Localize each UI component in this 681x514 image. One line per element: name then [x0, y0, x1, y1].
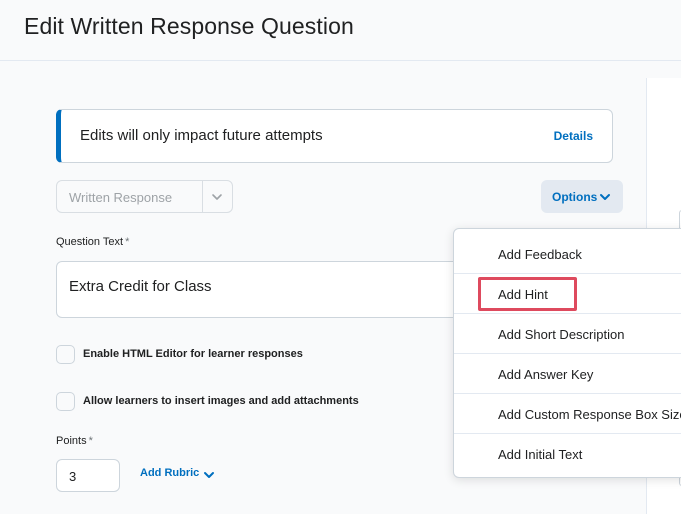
chevron-down-icon — [600, 194, 610, 200]
menu-item-add-initial-text[interactable]: Add Initial Text — [454, 434, 681, 474]
question-text-input[interactable]: Extra Credit for Class — [56, 261, 476, 318]
points-value: 3 — [69, 469, 77, 484]
points-label-text: Points — [56, 435, 87, 447]
question-type-value: Written Response — [69, 190, 173, 205]
add-rubric-button[interactable]: Add Rubric — [140, 467, 199, 479]
menu-item-label: Add Custom Response Box Size — [498, 407, 681, 422]
page-title: Edit Written Response Question — [24, 13, 354, 39]
menu-item-add-short-description[interactable]: Add Short Description — [454, 314, 681, 354]
options-menu: Add Feedback Add Hint Add Short Descript… — [453, 228, 681, 478]
question-text-label: Question Text * — [56, 236, 129, 248]
alert-message: Edits will only impact future attempts — [80, 127, 323, 144]
required-mark: * — [88, 435, 93, 447]
page-header: Edit Written Response Question — [0, 0, 681, 61]
menu-item-label: Add Answer Key — [498, 367, 594, 382]
chevron-down-icon[interactable] — [203, 470, 215, 480]
points-input[interactable]: 3 — [56, 459, 120, 492]
highlight-annotation-box — [478, 277, 577, 311]
menu-item-add-feedback[interactable]: Add Feedback — [454, 234, 681, 274]
attachments-checkbox[interactable] — [56, 392, 75, 411]
points-label: Points * — [56, 435, 93, 447]
question-text-label-text: Question Text — [56, 236, 124, 248]
info-alert: Edits will only impact future attempts D… — [56, 109, 613, 163]
html-editor-checkbox[interactable] — [56, 345, 75, 364]
menu-item-label: Add Short Description — [498, 327, 625, 342]
required-mark: * — [125, 236, 130, 248]
menu-item-label: Add Initial Text — [498, 447, 583, 462]
select-divider — [202, 181, 203, 212]
menu-item-add-answer-key[interactable]: Add Answer Key — [454, 354, 681, 394]
question-text-value: Extra Credit for Class — [69, 278, 212, 295]
menu-item-add-custom-response-box-size[interactable]: Add Custom Response Box Size — [454, 394, 681, 434]
alert-details-link[interactable]: Details — [554, 129, 593, 143]
menu-item-label: Add Feedback — [498, 247, 582, 262]
chevron-down-icon — [212, 194, 222, 200]
question-type-select[interactable]: Written Response — [56, 180, 233, 213]
attachments-checkbox-label: Allow learners to insert images and add … — [83, 395, 359, 407]
options-button[interactable]: Options — [541, 180, 623, 213]
options-button-label: Options — [552, 190, 598, 204]
html-editor-checkbox-label: Enable HTML Editor for learner responses — [83, 348, 303, 360]
